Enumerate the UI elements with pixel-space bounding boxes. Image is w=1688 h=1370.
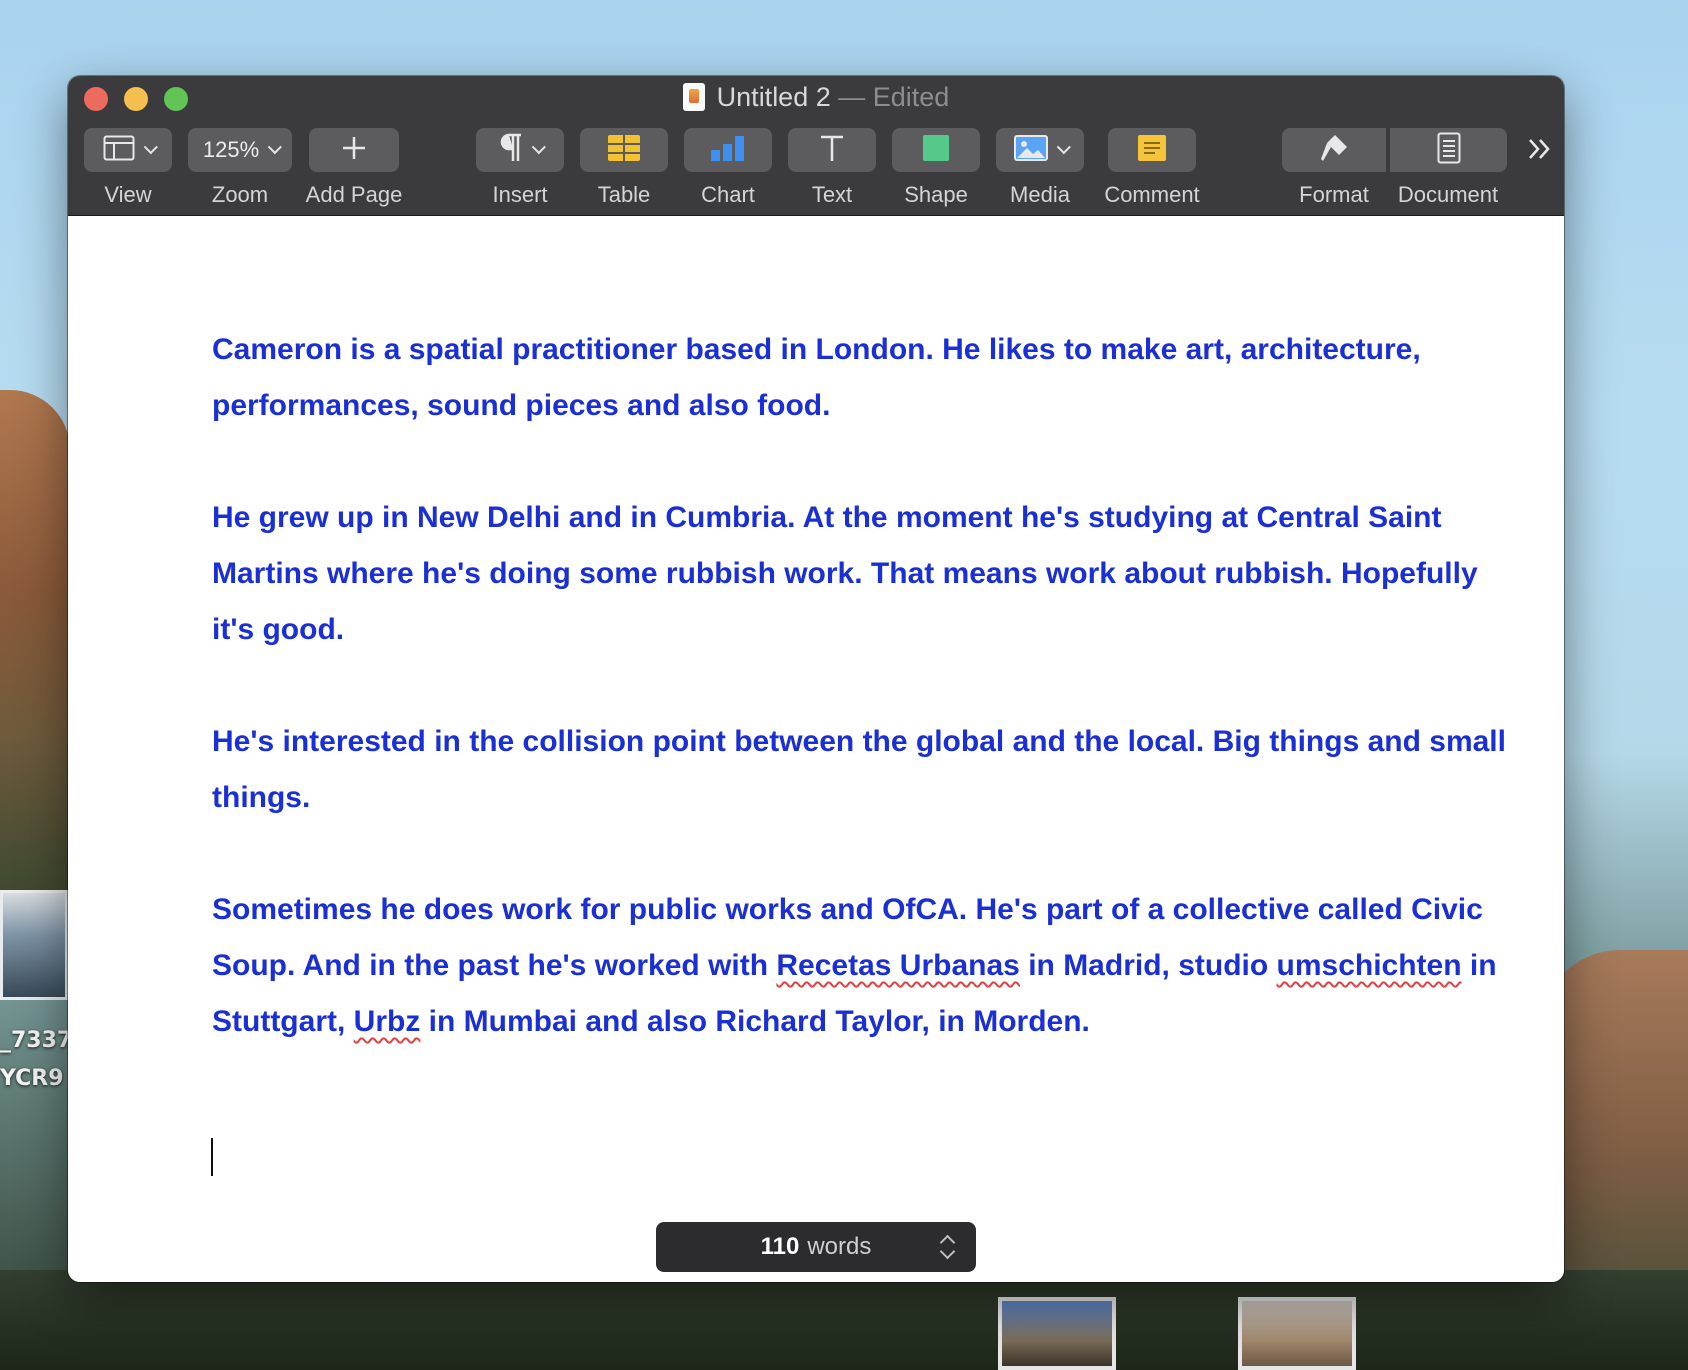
paragraph[interactable]: He's interested in the collision point b…: [212, 714, 1512, 826]
table-control[interactable]: Table: [580, 128, 668, 208]
word-count-unit: words: [807, 1233, 872, 1260]
desktop-file-thumbnail[interactable]: [998, 1297, 1116, 1370]
desktop-file-thumbnail[interactable]: [0, 890, 68, 1000]
toolbar: Untitled 2 — Edited View 125% Zoom Add P…: [68, 76, 1564, 216]
misspelled-word[interactable]: umschichten: [1277, 949, 1462, 982]
shape-label: Shape: [904, 182, 968, 207]
media-label: Media: [1010, 182, 1070, 207]
table-label: Table: [597, 182, 651, 207]
paragraph[interactable]: He grew up in New Delhi and in Cumbria. …: [212, 490, 1512, 658]
up-down-chevron-icon[interactable]: [940, 1234, 954, 1260]
photo-icon: [1014, 134, 1048, 166]
desktop-file-thumbnail[interactable]: [1238, 1297, 1356, 1370]
media-button[interactable]: [996, 128, 1084, 172]
shape-button[interactable]: [892, 128, 980, 172]
window-title: Untitled 2 — Edited: [68, 82, 1564, 113]
chevron-down-icon: [143, 140, 158, 155]
text-control[interactable]: Text: [788, 128, 876, 208]
comment-control[interactable]: Comment: [1100, 128, 1204, 208]
add-page-button[interactable]: [309, 128, 399, 172]
desktop-mountain: [0, 390, 70, 890]
view-button[interactable]: [84, 128, 172, 172]
table-button[interactable]: [580, 128, 668, 172]
toolbar-overflow-button[interactable]: [1520, 136, 1560, 167]
view-control[interactable]: View: [84, 128, 172, 208]
desktop-file-label[interactable]: YCR9: [0, 1066, 64, 1091]
plus-icon: [341, 135, 367, 166]
table-icon: [607, 134, 641, 167]
insert-control[interactable]: Insert: [476, 128, 564, 208]
pilcrow-icon: [499, 133, 523, 168]
chart-button[interactable]: [684, 128, 772, 172]
document-label: Document: [1397, 182, 1499, 207]
zoom-value: 125%: [202, 137, 260, 162]
format-control[interactable]: Format: [1282, 128, 1386, 208]
misspelled-word[interactable]: Urbz: [354, 1005, 421, 1038]
insert-button[interactable]: [476, 128, 564, 172]
comment-button[interactable]: [1108, 128, 1196, 172]
bar-chart-icon: [710, 134, 746, 167]
document-icon: [1437, 132, 1461, 169]
text-button[interactable]: [788, 128, 876, 172]
format-label: Format: [1299, 182, 1369, 207]
view-label: View: [104, 182, 152, 207]
chevron-down-icon: [1056, 140, 1071, 155]
media-control[interactable]: Media: [996, 128, 1084, 208]
desktop-ground: [0, 1270, 1688, 1370]
zoom-label: Zoom: [211, 182, 269, 207]
comment-icon: [1137, 134, 1167, 167]
comment-label: Comment: [1104, 182, 1200, 207]
paragraph[interactable]: Cameron is a spatial practitioner based …: [212, 322, 1512, 434]
desktop-file-label[interactable]: _7337: [0, 1028, 72, 1053]
sidebar-layout-icon: [103, 135, 135, 166]
text-icon: [819, 134, 845, 167]
format-button[interactable]: [1282, 128, 1386, 172]
double-chevron-icon: [1526, 139, 1554, 166]
pages-document-icon: [682, 83, 705, 111]
text-label: Text: [811, 182, 853, 207]
document-button[interactable]: [1389, 128, 1507, 172]
insert-label: Insert: [492, 182, 548, 207]
zoom-button[interactable]: 125%: [188, 128, 292, 172]
paragraph-text: in Mumbai and also Richard Taylor, in Mo…: [420, 1005, 1090, 1038]
document-name: Untitled 2: [716, 82, 831, 112]
chart-control[interactable]: Chart: [684, 128, 772, 208]
chevron-down-icon: [267, 140, 283, 155]
paragraph[interactable]: Sometimes he does work for public works …: [212, 882, 1512, 1050]
square-icon: [922, 134, 950, 167]
word-count-control[interactable]: 110 words: [656, 1222, 976, 1272]
chevron-down-icon: [531, 140, 546, 155]
document-page[interactable]: Cameron is a spatial practitioner based …: [68, 216, 1564, 1282]
add-page-label: Add Page: [305, 182, 403, 207]
pages-window: Untitled 2 — Edited View 125% Zoom Add P…: [68, 76, 1564, 1282]
misspelled-word[interactable]: Recetas Urbanas: [776, 949, 1019, 982]
add-page-control[interactable]: Add Page: [302, 128, 406, 208]
chart-label: Chart: [701, 182, 755, 207]
zoom-control[interactable]: 125% Zoom: [188, 128, 292, 208]
paintbrush-icon: [1319, 133, 1349, 168]
document-control[interactable]: Document: [1386, 128, 1510, 208]
text-cursor: [211, 1138, 213, 1176]
paragraph-text: in Madrid, studio: [1019, 949, 1277, 982]
edited-status: — Edited: [838, 82, 950, 112]
shape-control[interactable]: Shape: [892, 128, 980, 208]
word-count-value: 110: [760, 1233, 800, 1260]
